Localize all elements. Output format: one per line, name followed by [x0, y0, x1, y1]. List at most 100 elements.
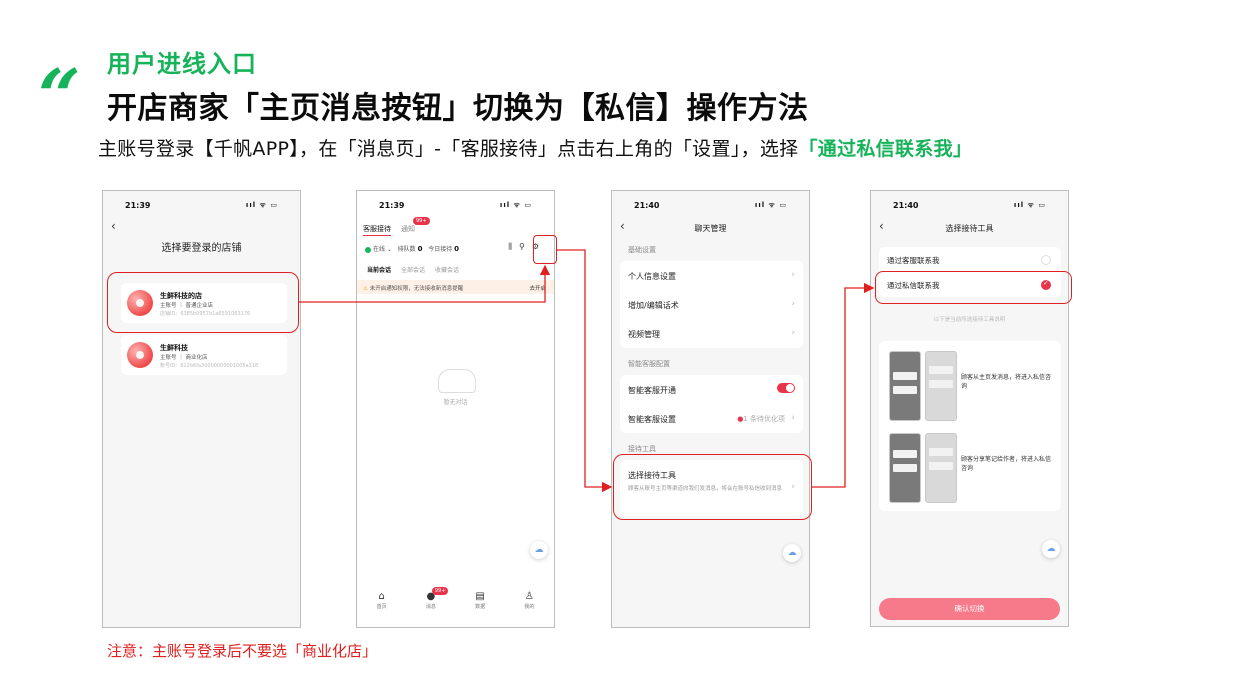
arrow-tool-to-option — [812, 282, 875, 488]
screen-title: 聊天管理 — [694, 224, 727, 233]
phone-screen-select-tool: 21:40ııl ᯤ ▭ ‹ 选择接待工具 通过客服联系我 通过私信联系我 以下… — [870, 190, 1069, 627]
instruction-prefix: 主账号登录【千帆APP】，在「消息页」-「客服接待」点击右上角的「设置」，选择 — [98, 138, 799, 160]
tab-customer-service[interactable]: 客服接待 — [363, 224, 391, 236]
menu-item-label: 视频管理 — [628, 330, 660, 339]
status-bar: 21:39 ııl ᯤ ▭ — [103, 201, 300, 213]
store-id: 账号ID：622b6fa30000000001005a318 — [160, 363, 259, 369]
basic-settings-card: 个人信息设置 › 增加/编辑话术 › 视频管理 › — [620, 261, 803, 348]
assistant-bot-icon[interactable]: ☁ — [783, 544, 801, 562]
warning-note: 注意：主账号登录后不要选「商业化店」 — [107, 642, 378, 660]
phone-screen-store-select: 21:39 ııl ᯤ ▭ ‹ 选择要登录的店铺 生鲜科技的店 主账号 ｜ 普通企… — [102, 190, 301, 628]
assistant-bot-icon[interactable]: ☁ — [530, 541, 548, 559]
demo-screenshot — [889, 433, 921, 503]
home-icon: ⌂ — [378, 591, 385, 602]
radio-unselected[interactable] — [1041, 255, 1051, 265]
user-icon: ♙ — [524, 591, 534, 602]
status-time: 21:39 — [379, 201, 405, 210]
assistant-bot-icon[interactable]: ☁ — [1042, 540, 1060, 558]
tab-notice[interactable]: 通知 99+ — [401, 217, 430, 234]
warning-text: 未开启通知权限，无法接收新消息提醒 — [369, 286, 464, 292]
online-status-icon — [365, 246, 371, 253]
section-label: 用户进线入口 — [107, 50, 257, 78]
tool-demo-card: 顾客从主页发消息，将进入私信咨询 顾客分享笔记给作者，将进入私信咨询 — [879, 341, 1061, 511]
phone-screen-chat-management: 21:40 ııl ᯤ ▭ ‹ 聊天管理 基础设置 个人信息设置 › 增加/编辑话术… — [611, 190, 810, 628]
tab-notice-label: 通知 — [401, 225, 415, 233]
highlight-dm-option — [875, 271, 1072, 304]
screen-title: 选择要登录的店铺 — [161, 243, 242, 254]
nav-label: 我的 — [524, 604, 535, 610]
highlight-reception-tool — [613, 454, 812, 520]
section-tools-label: 接待工具 — [628, 445, 656, 453]
menu-item-smart-enable: 智能客服开通 — [620, 375, 803, 404]
today-value: 0 — [454, 245, 460, 253]
subtab-favorite[interactable]: 收藏会话 — [435, 267, 459, 274]
nav-label: 首页 — [376, 604, 387, 610]
menu-item-scripts[interactable]: 增加/编辑话术 › — [620, 290, 803, 319]
demo-description: 顾客从主页发消息，将进入私信咨询 — [961, 374, 1052, 390]
notification-warning-bar: ⚠ 未开启通知权限，无法接收新消息提醒 去开启 — [357, 280, 554, 294]
page-title: 开店商家「主页消息按钮」切换为【私信】操作方法 — [107, 91, 809, 126]
store-card[interactable]: 生鲜科技 主账号 ｜ 商业化店 账号ID：622b6fa300000000010… — [121, 335, 287, 375]
message-tabs: 客服接待 通知 99+ — [363, 217, 430, 236]
phone-screen-messages: 21:39 ııl ᯤ ▭ 客服接待 通知 99+ 在线 ⌄ 排队数 0 今日接待 0… — [356, 190, 555, 628]
demo-screenshot — [925, 433, 957, 503]
status-time: 21:39 — [125, 201, 151, 210]
store-type: 主账号 ｜ 商业化店 — [160, 355, 208, 361]
empty-state-illustration — [438, 369, 476, 393]
menu-item-label: 增加/编辑话术 — [628, 301, 679, 310]
tool-description-hint: 以下是当前所选接待工具说明 — [933, 317, 1006, 323]
status-icons: ııl ᯤ ▭ — [245, 201, 278, 209]
menu-item-label: 智能客服设置 — [628, 415, 676, 424]
status-time: 21:40 — [893, 201, 919, 210]
chevron-right-icon: › — [791, 299, 795, 309]
back-icon[interactable]: ‹ — [111, 219, 116, 233]
subtab-current[interactable]: 当前会话 — [367, 267, 391, 274]
instruction-highlight: 「通过私信联系我」 — [798, 138, 973, 160]
menu-item-profile[interactable]: 个人信息设置 › — [620, 261, 803, 290]
online-status[interactable]: 在线 — [373, 246, 385, 253]
option-customer-service[interactable]: 通过客服联系我 — [879, 247, 1061, 272]
status-bar: 21:40 ııl ᯤ ▭ — [612, 201, 809, 213]
section-basic-label: 基础设置 — [628, 246, 656, 254]
menu-item-label: 智能客服开通 — [628, 386, 676, 395]
pending-items: ●1 条待优化项 — [737, 414, 785, 424]
service-status-row: 在线 ⌄ 排队数 0 今日接待 0 — [365, 244, 459, 253]
empty-state-text: 暂无对话 — [443, 399, 468, 406]
section-smart-label: 智能客服配置 — [628, 360, 670, 368]
queue-label: 排队数 — [397, 246, 416, 253]
unread-badge: 99+ — [413, 217, 430, 225]
menu-item-label: 个人信息设置 — [628, 272, 676, 281]
confirm-switch-button[interactable]: 确认切换 — [879, 598, 1060, 620]
menu-item-smart-settings[interactable]: 智能客服设置 ●1 条待优化项 › — [620, 404, 803, 433]
menu-item-video[interactable]: 视频管理 › — [620, 319, 803, 348]
queue-value: 0 — [417, 245, 423, 253]
status-icons: ııl ᯤ ▭ — [499, 201, 532, 209]
stats-icon[interactable]: ⫼ — [508, 242, 519, 251]
arrow-settings-to-tool — [557, 249, 613, 493]
chevron-right-icon: › — [791, 328, 795, 338]
nav-me[interactable]: ♙ 我的 — [514, 591, 544, 615]
warning-icon: ⚠ — [363, 286, 368, 292]
store-name: 生鲜科技 — [160, 344, 188, 352]
nav-home[interactable]: ⌂ 首页 — [367, 591, 397, 615]
option-label: 通过客服联系我 — [887, 256, 940, 265]
nav-messages[interactable]: ● 99+ 消息 — [416, 587, 449, 615]
today-label: 今日接待 — [428, 246, 453, 253]
status-bar: 21:40 ııl ᯤ ▭ — [871, 201, 1068, 213]
chevron-right-icon: › — [791, 413, 795, 423]
status-bar: 21:39 ııl ᯤ ▭ — [357, 201, 554, 213]
nav-label: 数据 — [475, 604, 486, 610]
demo-screenshot — [925, 351, 957, 421]
highlight-store — [107, 272, 299, 333]
status-icons: ııl ᯤ ▭ — [754, 201, 787, 209]
bottom-nav: ⌂ 首页 ● 99+ 消息 ▤ 数据 ♙ 我的 — [357, 587, 554, 615]
quote-mark-icon: “ — [24, 54, 80, 140]
smart-service-toggle[interactable] — [777, 383, 795, 393]
nav-data[interactable]: ▤ 数据 — [465, 591, 495, 615]
nav-label: 消息 — [425, 604, 436, 610]
enable-notification-link[interactable]: 去开启 — [529, 284, 546, 292]
status-icons: ııl ᯤ ▭ — [1013, 201, 1046, 209]
screen-title: 选择接待工具 — [945, 224, 994, 233]
subtab-all[interactable]: 全部会话 — [401, 267, 425, 274]
search-icon[interactable]: ⚲ — [519, 242, 532, 251]
